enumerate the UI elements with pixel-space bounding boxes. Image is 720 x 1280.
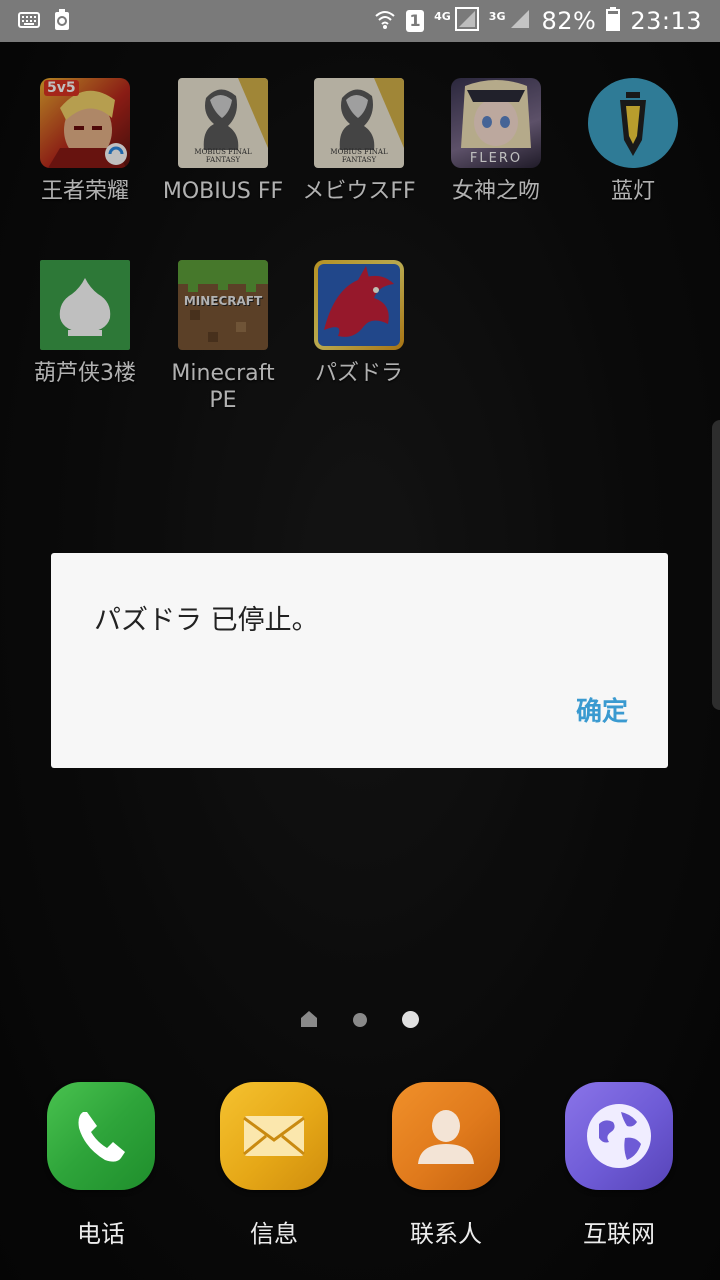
message-icon	[220, 1082, 328, 1190]
battery-icon	[606, 7, 621, 35]
dock-app-internet[interactable]: 互联网	[549, 1082, 689, 1249]
dock-label: 互联网	[583, 1220, 655, 1248]
dock-app-phone[interactable]: 电话	[31, 1082, 171, 1249]
signal-2-icon	[509, 8, 531, 34]
signal-1-icon	[454, 7, 479, 35]
keyboard-icon	[18, 12, 40, 32]
dialog-message: パズドラ 已停止。	[94, 605, 319, 636]
status-bar: 1 4G 3G 82% 23:13	[0, 0, 720, 42]
dock-label: 联系人	[410, 1220, 482, 1248]
home-page-icon[interactable]	[300, 1010, 318, 1032]
page-dot[interactable]	[353, 1013, 367, 1027]
wifi-icon	[374, 8, 396, 34]
battery-percent: 82%	[541, 7, 597, 35]
contacts-icon	[392, 1082, 500, 1190]
dock-app-messages[interactable]: 信息	[204, 1082, 344, 1249]
network-type-2: 3G	[488, 9, 506, 23]
page-dot-active[interactable]	[402, 1011, 419, 1028]
app-stopped-dialog: パズドラ 已停止。 确定	[51, 553, 668, 768]
page-indicator	[0, 1010, 720, 1030]
network-type-1: 4G	[434, 9, 451, 23]
dock-label: 电话	[77, 1220, 125, 1248]
clock: 23:13	[630, 7, 702, 35]
ok-button[interactable]: 确定	[576, 691, 628, 728]
dock-label: 信息	[250, 1220, 298, 1248]
phone-icon	[47, 1082, 155, 1190]
sim1-icon: 1	[406, 10, 425, 32]
internet-icon	[565, 1082, 673, 1190]
recycle-notification-icon	[54, 9, 70, 35]
dock-app-contacts[interactable]: 联系人	[376, 1082, 516, 1249]
